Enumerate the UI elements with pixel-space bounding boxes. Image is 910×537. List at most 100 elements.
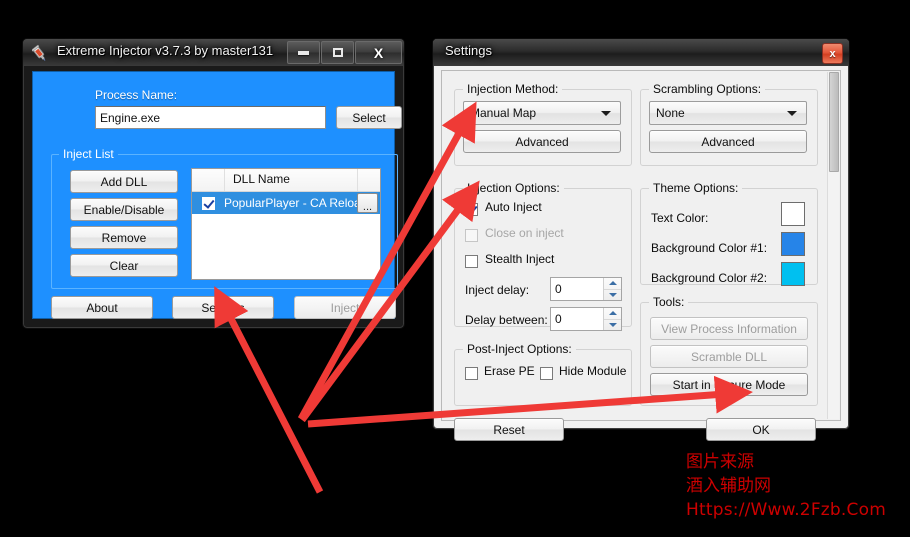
- row-checkbox-cell[interactable]: [192, 196, 224, 210]
- maximize-button[interactable]: [321, 41, 354, 64]
- erase-pe-checkbox[interactable]: [465, 367, 478, 381]
- hide-module-checkbox[interactable]: [540, 367, 553, 381]
- inject-delay-value[interactable]: 0: [551, 278, 603, 300]
- maximize-icon: [332, 48, 343, 57]
- reset-button[interactable]: Reset: [454, 418, 564, 441]
- inject-delay-updown[interactable]: [603, 278, 621, 300]
- inject-delay-label: Inject delay:: [465, 283, 530, 297]
- add-dll-button[interactable]: Add DLL: [70, 170, 178, 193]
- close-on-inject-label: Close on inject: [485, 226, 564, 240]
- settings-close-button[interactable]: x: [822, 43, 843, 64]
- spinner-down-icon[interactable]: [604, 318, 621, 331]
- injection-method-group: Injection Method: Manual Map Advanced: [454, 82, 632, 166]
- scrambling-options-value: None: [656, 106, 685, 120]
- tools-group-title: Tools:: [649, 295, 689, 309]
- spinner-down-icon[interactable]: [604, 288, 621, 301]
- table-row[interactable]: PopularPlayer - CA Reloaded... ...: [192, 192, 380, 214]
- injection-method-select[interactable]: Manual Map: [463, 101, 621, 125]
- theme-options-group-title: Theme Options:: [649, 181, 743, 195]
- injection-method-advanced-button[interactable]: Advanced: [463, 130, 621, 153]
- background-color-2-swatch[interactable]: [781, 262, 805, 286]
- stealth-inject-checkbox[interactable]: [465, 255, 478, 269]
- about-button[interactable]: About: [51, 296, 153, 319]
- auto-inject-label: Auto Inject: [485, 200, 542, 214]
- theme-options-group: Theme Options: Text Color: Background Co…: [640, 181, 818, 286]
- post-inject-options-group: Post-Inject Options: Erase PE Hide Modul…: [454, 342, 632, 406]
- auto-inject-checkbox[interactable]: [465, 203, 478, 217]
- listview-header-dll-name: DLL Name: [225, 169, 358, 191]
- inject-button[interactable]: Inject: [294, 296, 396, 319]
- background-color-1-label: Background Color #1:: [651, 241, 768, 255]
- clear-list-button[interactable]: Clear: [70, 254, 178, 277]
- row-options-button[interactable]: ...: [357, 193, 378, 213]
- settings-title-text: Settings: [445, 43, 492, 58]
- scramble-dll-button[interactable]: Scramble DLL: [650, 345, 808, 368]
- scrambling-advanced-button[interactable]: Advanced: [649, 130, 807, 153]
- scrambling-options-group: Scrambling Options: None Advanced: [640, 82, 818, 166]
- settings-button[interactable]: Settings: [172, 296, 274, 319]
- close-icon: x: [829, 47, 836, 60]
- spinner-up-icon[interactable]: [604, 278, 621, 289]
- ok-button[interactable]: OK: [706, 418, 816, 441]
- injection-options-group-title: Injection Options:: [463, 181, 564, 195]
- background-color-1-swatch[interactable]: [781, 232, 805, 256]
- select-process-button[interactable]: Select: [336, 106, 402, 129]
- injector-titlebar[interactable]: Extreme Injector v3.7.3 by master131 X: [23, 39, 404, 66]
- delay-between-value[interactable]: 0: [551, 308, 603, 330]
- text-color-swatch[interactable]: [781, 202, 805, 226]
- hide-module-row[interactable]: Hide Module: [540, 364, 626, 383]
- close-on-inject-row: Close on inject: [465, 226, 564, 245]
- delay-between-updown[interactable]: [603, 308, 621, 330]
- watermark-line-3: Https://Www.2Fzb.Com: [686, 500, 886, 520]
- stealth-inject-label: Stealth Inject: [485, 252, 555, 266]
- inject-list-group-title: Inject List: [59, 147, 118, 161]
- scrambling-options-select[interactable]: None: [649, 101, 807, 125]
- syringe-icon: [32, 44, 46, 61]
- close-on-inject-checkbox: [465, 229, 478, 243]
- listview-header-spacer: [358, 169, 380, 191]
- auto-inject-row[interactable]: Auto Inject: [465, 200, 542, 219]
- remove-dll-button[interactable]: Remove: [70, 226, 178, 249]
- injector-window: Extreme Injector v3.7.3 by master131 X P…: [22, 38, 405, 329]
- arrow-to-settings-button: [214, 286, 324, 494]
- erase-pe-label: Erase PE: [484, 364, 535, 378]
- inject-list-group: Inject List Add DLL Enable/Disable Remov…: [51, 147, 398, 289]
- post-inject-options-group-title: Post-Inject Options:: [463, 342, 576, 356]
- settings-window: Settings x Injection Method: Manual Map …: [432, 38, 850, 441]
- settings-titlebar[interactable]: Settings x: [433, 39, 849, 66]
- delay-between-stepper[interactable]: 0: [550, 307, 622, 331]
- injection-method-group-title: Injection Method:: [463, 82, 563, 96]
- listview-header: DLL Name: [192, 169, 380, 192]
- delay-between-label: Delay between:: [465, 313, 548, 327]
- settings-scrollbar[interactable]: [827, 72, 839, 419]
- chevron-down-icon: [601, 111, 611, 116]
- row-checkbox-icon[interactable]: [201, 196, 215, 210]
- view-process-information-button[interactable]: View Process Information: [650, 317, 808, 340]
- dll-listview[interactable]: DLL Name PopularPlayer - CA Reloaded... …: [191, 168, 381, 280]
- tools-group: Tools: View Process Information Scramble…: [640, 295, 818, 406]
- injector-body: Process Name: Select Inject List Add DLL…: [32, 71, 402, 319]
- enable-disable-button[interactable]: Enable/Disable: [70, 198, 178, 221]
- watermark-line-1: 图片来源: [686, 452, 754, 472]
- stealth-inject-row[interactable]: Stealth Inject: [465, 252, 554, 271]
- scrollbar-thumb[interactable]: [829, 72, 839, 172]
- injection-method-value: Manual Map: [470, 106, 537, 120]
- erase-pe-row[interactable]: Erase PE: [465, 364, 535, 383]
- close-button[interactable]: X: [355, 41, 402, 64]
- hide-module-label: Hide Module: [559, 364, 627, 378]
- text-color-label: Text Color:: [651, 211, 709, 225]
- scrambling-options-group-title: Scrambling Options:: [649, 82, 766, 96]
- injection-options-group: Injection Options: Auto Inject Close on …: [454, 181, 632, 331]
- inject-delay-stepper[interactable]: 0: [550, 277, 622, 301]
- minimize-icon: [298, 50, 309, 55]
- minimize-button[interactable]: [287, 41, 320, 64]
- settings-body: Injection Method: Manual Map Advanced Sc…: [441, 70, 841, 441]
- injector-window-controls: X: [286, 41, 402, 64]
- process-name-input[interactable]: [95, 106, 326, 129]
- spinner-up-icon[interactable]: [604, 308, 621, 319]
- listview-header-check-col: [192, 169, 225, 191]
- start-in-secure-mode-button[interactable]: Start in Secure Mode: [650, 373, 808, 396]
- process-name-label: Process Name:: [95, 88, 178, 102]
- close-icon: X: [373, 44, 384, 61]
- injector-title-text: Extreme Injector v3.7.3 by master131: [57, 43, 274, 58]
